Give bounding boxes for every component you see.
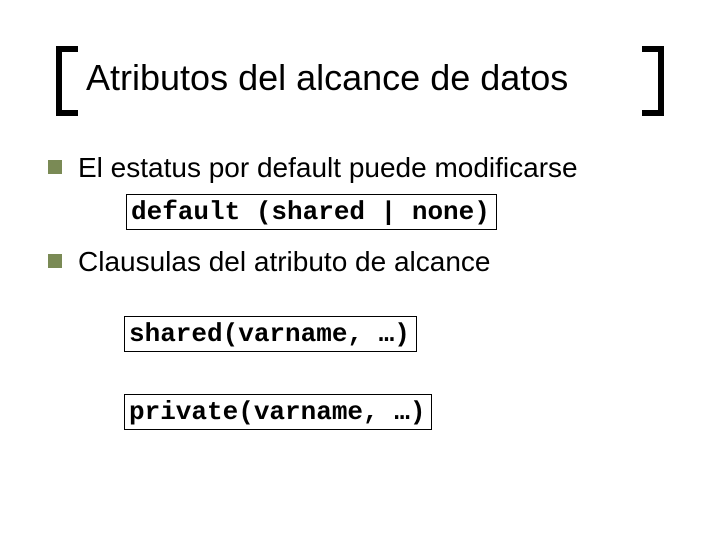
title-bar: Atributos del alcance de datos — [56, 52, 664, 122]
code-shared-clause: shared(varname, …) — [124, 316, 417, 352]
bracket-left-icon — [56, 46, 78, 116]
bullet-row: El estatus por default puede modificarse — [48, 150, 672, 186]
square-bullet-icon — [48, 254, 62, 268]
square-bullet-icon — [48, 160, 62, 174]
bullet-row: Clausulas del atributo de alcance — [48, 244, 672, 280]
bullet-text: El estatus por default puede modificarse — [78, 150, 578, 186]
bracket-right-icon — [642, 46, 664, 116]
slide: Atributos del alcance de datos El estatu… — [0, 0, 720, 540]
code-default-clause: default (shared | none) — [126, 194, 497, 230]
slide-title: Atributos del alcance de datos — [86, 56, 634, 100]
slide-body: El estatus por default puede modificarse… — [48, 150, 672, 440]
code-private-clause: private(varname, …) — [124, 394, 432, 430]
bullet-text: Clausulas del atributo de alcance — [78, 244, 490, 280]
